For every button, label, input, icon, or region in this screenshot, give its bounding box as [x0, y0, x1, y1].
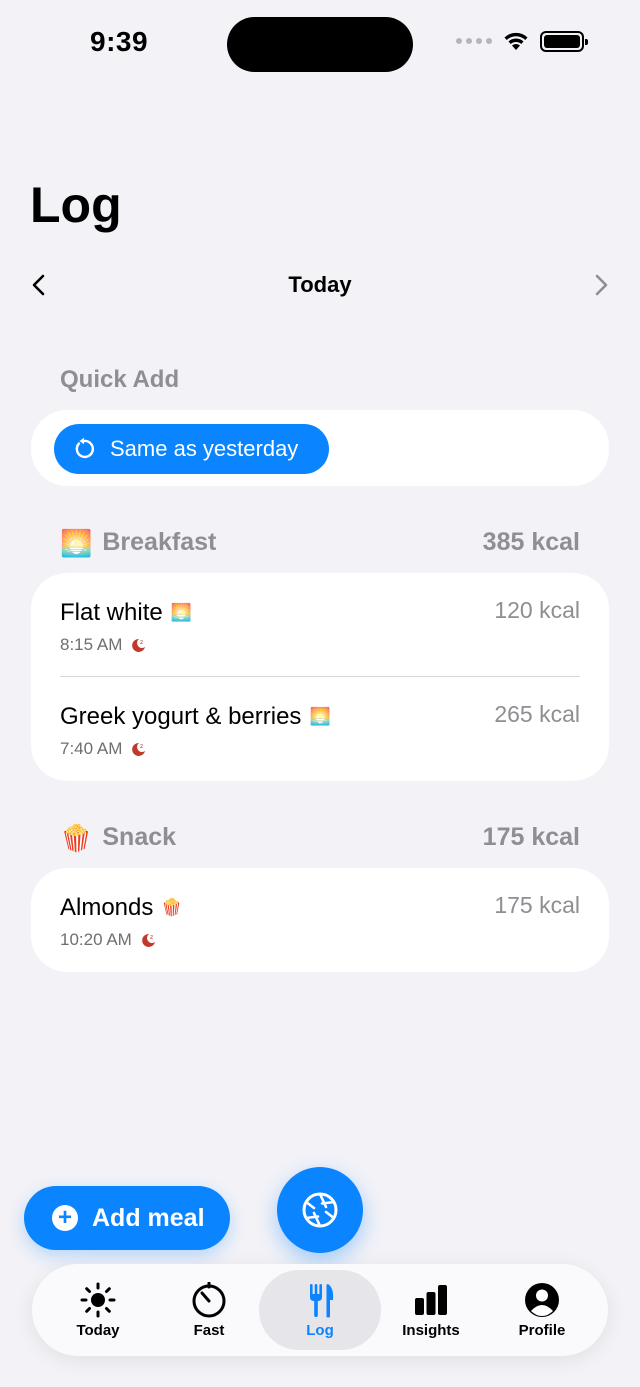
- tab-label: Profile: [518, 1322, 566, 1339]
- svg-text:z: z: [140, 743, 143, 750]
- snack-section-header: 🍿 Snack 175 kcal: [60, 823, 580, 852]
- date-navigator: Today: [24, 266, 616, 306]
- breakfast-section-header: 🌅 Breakfast 385 kcal: [60, 528, 580, 557]
- popcorn-icon: 🍿: [161, 898, 183, 917]
- time-text: 8:15 AM: [60, 635, 123, 654]
- meal-entry[interactable]: Almonds 🍿 10:20 AM z 175 kcal: [60, 868, 580, 968]
- section-title: 🍿 Snack: [60, 823, 176, 852]
- repeat-icon: [75, 437, 95, 459]
- meal-title: Flat white 🌅: [60, 599, 192, 627]
- tab-fast[interactable]: Fast: [148, 1270, 270, 1350]
- svg-text:z: z: [140, 639, 143, 646]
- meal-time: 10:20 AM z: [60, 930, 156, 950]
- section-title: 🌅 Breakfast: [60, 528, 216, 557]
- status-icons: [456, 30, 588, 52]
- add-meal-label: Add meal: [92, 1203, 205, 1232]
- tab-label: Today: [76, 1322, 120, 1339]
- person-icon: [525, 1283, 559, 1317]
- popcorn-icon: 🍿: [60, 822, 93, 853]
- next-day-button[interactable]: [586, 270, 616, 300]
- tab-profile[interactable]: Profile: [481, 1270, 603, 1350]
- signal-icon: [456, 38, 492, 44]
- meal-title: Almonds 🍿: [60, 894, 183, 922]
- moon-icon: z: [132, 742, 146, 756]
- date-label[interactable]: Today: [24, 272, 616, 298]
- breakfast-card: Flat white 🌅 8:15 AM z 120 kcal Greek yo…: [31, 573, 609, 781]
- svg-text:z: z: [150, 934, 153, 941]
- meal-entry[interactable]: Greek yogurt & berries 🌅 7:40 AM z 265 k…: [60, 677, 580, 777]
- fork-knife-icon: [310, 1284, 334, 1318]
- chevron-right-icon: [595, 274, 608, 296]
- tab-insights[interactable]: Insights: [370, 1270, 492, 1350]
- meal-kcal: 265 kcal: [494, 701, 580, 727]
- snack-card: Almonds 🍿 10:20 AM z 175 kcal: [31, 868, 609, 972]
- sunrise-icon: 🌅: [60, 527, 93, 558]
- tab-label: Insights: [402, 1322, 460, 1339]
- meal-kcal: 175 kcal: [494, 892, 580, 918]
- meal-time: 7:40 AM z: [60, 739, 146, 759]
- section-total: 175 kcal: [482, 823, 580, 851]
- wifi-icon: [504, 32, 528, 50]
- sunrise-icon: 🌅: [170, 603, 192, 622]
- tab-log[interactable]: Log: [259, 1270, 381, 1350]
- meal-title: Greek yogurt & berries 🌅: [60, 703, 331, 731]
- timer-icon: [192, 1282, 226, 1318]
- sunrise-icon: 🌅: [309, 707, 331, 726]
- camera-aperture-icon: [302, 1192, 338, 1228]
- meal-name: Almonds: [60, 894, 154, 921]
- battery-icon: [540, 30, 588, 52]
- sun-icon: [80, 1282, 116, 1318]
- status-time: 9:39: [90, 26, 149, 57]
- dynamic-island: [227, 17, 413, 72]
- tab-bar: Today Fast Log Insights Profile: [32, 1264, 608, 1356]
- same-as-yesterday-label: Same as yesterday: [110, 436, 299, 461]
- bar-chart-icon: [415, 1285, 447, 1315]
- add-meal-button[interactable]: + Add meal: [24, 1186, 230, 1250]
- meal-name: Flat white: [60, 599, 163, 626]
- meal-time: 8:15 AM z: [60, 635, 146, 655]
- moon-icon: z: [132, 638, 146, 652]
- same-as-yesterday-button[interactable]: Same as yesterday: [54, 424, 329, 474]
- meal-kcal: 120 kcal: [494, 597, 580, 623]
- tab-today[interactable]: Today: [37, 1270, 159, 1350]
- section-name: Snack: [102, 823, 177, 851]
- quick-add-label: Quick Add: [60, 366, 180, 393]
- plus-icon: +: [52, 1205, 78, 1231]
- quick-add-card: Same as yesterday: [31, 410, 609, 486]
- camera-button[interactable]: [277, 1167, 363, 1253]
- section-name: Breakfast: [102, 528, 217, 556]
- page-title: Log: [30, 177, 122, 233]
- time-text: 10:20 AM: [60, 930, 132, 949]
- moon-icon: z: [142, 933, 155, 947]
- tab-label: Log: [306, 1322, 334, 1339]
- meal-name: Greek yogurt & berries: [60, 703, 302, 730]
- section-total: 385 kcal: [482, 528, 580, 556]
- tab-label: Fast: [193, 1322, 225, 1339]
- time-text: 7:40 AM: [60, 739, 123, 758]
- meal-entry[interactable]: Flat white 🌅 8:15 AM z 120 kcal: [60, 573, 580, 673]
